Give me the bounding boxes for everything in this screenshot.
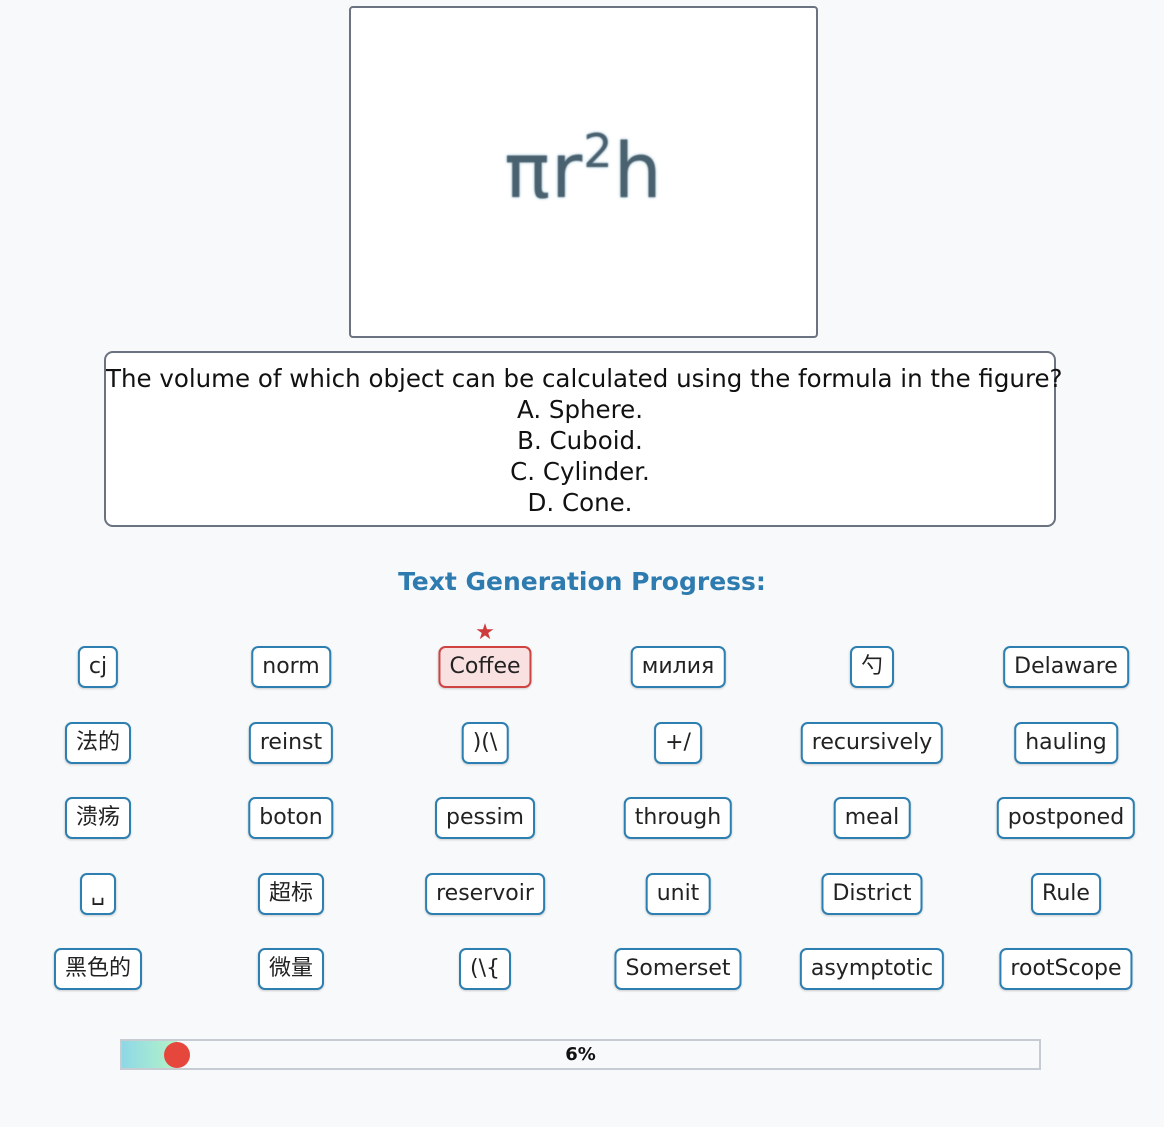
token-chip[interactable]: recursively bbox=[800, 722, 944, 764]
token-chip[interactable]: unit bbox=[645, 873, 711, 915]
question-text: The volume of which object can be calcul… bbox=[106, 364, 1063, 393]
token-chip[interactable]: norm bbox=[251, 646, 331, 688]
token-label: Delaware bbox=[1014, 654, 1118, 679]
token-chip[interactable]: (\{ bbox=[459, 948, 511, 990]
token-label: 微量 bbox=[268, 956, 314, 981]
token-chip[interactable]: reservoir bbox=[425, 873, 545, 915]
token-chip[interactable]: 微量 bbox=[257, 948, 325, 990]
token-chip[interactable]: милия bbox=[630, 646, 726, 688]
formula-image: πr2h bbox=[351, 124, 816, 215]
token-chip[interactable]: meal bbox=[833, 797, 911, 839]
formula-exponent: 2 bbox=[583, 124, 614, 178]
formula-tail: h bbox=[613, 126, 663, 215]
option-c: C. Cylinder. bbox=[510, 457, 650, 486]
token-label: cj bbox=[88, 654, 108, 679]
token-label: unit bbox=[656, 881, 700, 906]
token-label: милия bbox=[641, 654, 715, 679]
token-label: Rule bbox=[1042, 881, 1090, 906]
question-box: The volume of which object can be calcul… bbox=[104, 351, 1063, 527]
token-chip[interactable]: through bbox=[623, 797, 733, 839]
progress-title: Text Generation Progress: bbox=[398, 567, 766, 596]
token-label: hauling bbox=[1025, 730, 1107, 755]
token-label: 超标 bbox=[268, 881, 314, 906]
token-chip[interactable]: postponed bbox=[996, 797, 1136, 839]
token-chip[interactable]: )(\ bbox=[461, 722, 509, 764]
progress-bar[interactable]: 6% bbox=[120, 1039, 1041, 1070]
token-label: ␣ bbox=[91, 881, 105, 906]
formula-figure: πr2h bbox=[349, 6, 818, 338]
token-label: +/ bbox=[665, 730, 691, 755]
token-chip[interactable]: Rule bbox=[1031, 873, 1101, 915]
token-label: through bbox=[634, 805, 722, 830]
token-chip[interactable]: rootScope bbox=[999, 948, 1133, 990]
token-chip[interactable]: ␣ bbox=[80, 873, 116, 915]
token-label: (\{ bbox=[470, 956, 500, 981]
token-label: District bbox=[832, 881, 912, 906]
token-label: norm bbox=[262, 654, 320, 679]
token-label: postponed bbox=[1007, 805, 1125, 830]
token-label: rootScope bbox=[1010, 956, 1122, 981]
token-label: recursively bbox=[811, 730, 933, 755]
token-label: 溃疡 bbox=[75, 805, 121, 830]
token-label: pessim bbox=[446, 805, 524, 830]
token-label: boton bbox=[259, 805, 323, 830]
star-icon: ★ bbox=[475, 620, 495, 645]
token-label: reservoir bbox=[436, 881, 534, 906]
token-chip-current[interactable]: Coffee ★ bbox=[438, 622, 532, 688]
progress-label: 6% bbox=[565, 1044, 596, 1065]
token-label: Somerset bbox=[625, 956, 731, 981]
token-chip[interactable]: pessim bbox=[435, 797, 535, 839]
option-d: D. Cone. bbox=[527, 488, 633, 517]
formula-base: πr bbox=[504, 126, 584, 215]
token-label: 黑色的 bbox=[64, 956, 132, 981]
token-chip[interactable]: asymptotic bbox=[799, 948, 945, 990]
token-chip[interactable]: 超标 bbox=[257, 873, 325, 915]
token-label: Coffee bbox=[449, 654, 521, 679]
option-a: A. Sphere. bbox=[516, 395, 643, 424]
token-chip[interactable]: Somerset bbox=[614, 948, 742, 990]
token-chip[interactable]: Delaware bbox=[1003, 646, 1129, 688]
token-chip[interactable]: 黑色的 bbox=[53, 948, 143, 990]
token-label: )(\ bbox=[472, 730, 498, 755]
token-label: reinst bbox=[259, 730, 323, 755]
token-chip[interactable]: reinst bbox=[248, 722, 334, 764]
option-b: B. Cuboid. bbox=[517, 426, 643, 455]
token-label: asymptotic bbox=[810, 956, 934, 981]
progress-knob[interactable] bbox=[164, 1041, 190, 1068]
token-label: 勺 bbox=[860, 654, 884, 679]
token-label: 法的 bbox=[75, 730, 121, 755]
token-chip[interactable]: hauling bbox=[1014, 722, 1118, 764]
token-chip[interactable]: 法的 bbox=[64, 722, 132, 764]
token-chip[interactable]: 勺 bbox=[849, 646, 895, 688]
token-chip[interactable]: +/ bbox=[654, 722, 702, 764]
token-chip[interactable]: cj bbox=[77, 646, 119, 688]
token-chip[interactable]: 溃疡 bbox=[64, 797, 132, 839]
token-label: meal bbox=[844, 805, 900, 830]
token-chip[interactable]: boton bbox=[248, 797, 334, 839]
token-chip[interactable]: District bbox=[821, 873, 923, 915]
